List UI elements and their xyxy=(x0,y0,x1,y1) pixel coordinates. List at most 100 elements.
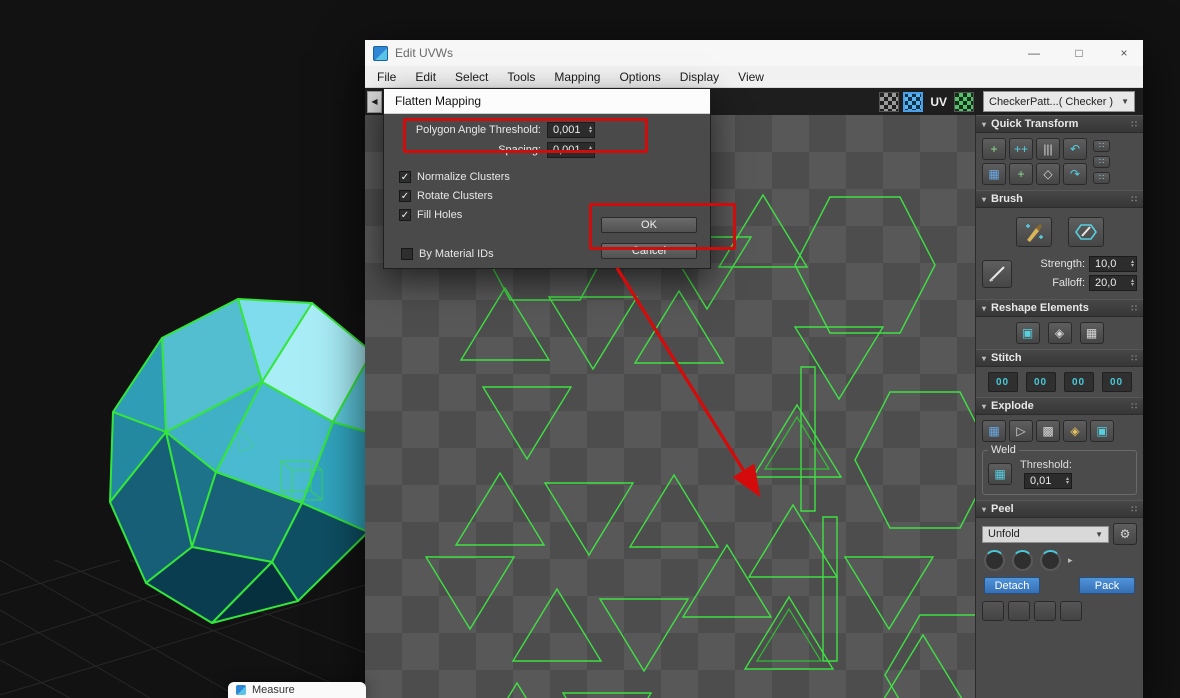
weld-threshold-value: 0,01 xyxy=(1029,475,1052,487)
flatten-by-face-icon[interactable]: ▦ xyxy=(982,420,1006,442)
collapse-left-icon[interactable]: ◀ xyxy=(367,90,382,113)
stitch-target-icon[interactable]: 00 xyxy=(1101,372,1132,392)
checker-pattern-icon[interactable] xyxy=(879,91,900,112)
move-tool-icon[interactable]: + xyxy=(982,138,1006,160)
dialog-titlebar[interactable]: Flatten Mapping xyxy=(384,89,710,114)
stitch-average-icon[interactable]: 00 xyxy=(1063,372,1094,392)
weld-icon[interactable]: ▦ xyxy=(988,463,1012,485)
menu-mapping[interactable]: Mapping xyxy=(554,70,600,84)
strength-field[interactable]: 10,0 ▴ ▾ xyxy=(1089,256,1137,272)
align-vertical-icon[interactable]: ||| xyxy=(1036,138,1060,160)
menu-view[interactable]: View xyxy=(738,70,764,84)
rotate-ccw-icon[interactable]: ↶ xyxy=(1063,138,1087,160)
menu-tools[interactable]: Tools xyxy=(507,70,535,84)
menu-options[interactable]: Options xyxy=(619,70,660,84)
minimize-button[interactable]: — xyxy=(1015,40,1053,66)
collapse-arrow-icon: ▾ xyxy=(982,401,987,411)
toggle-option-icon[interactable]: ∷ xyxy=(1093,156,1110,168)
app-icon xyxy=(373,45,388,61)
relax-brush-icon[interactable] xyxy=(1067,217,1104,247)
pack-button[interactable]: Pack xyxy=(1079,577,1135,594)
section-quick-transform: ▾ Quick Transform ∷ + ++ ||| ↶ ▦ + ◇ ↷ ∷… xyxy=(976,115,1143,190)
snap-plus-icon[interactable]: ++ xyxy=(1009,138,1033,160)
toggle-option-icon[interactable]: ∷ xyxy=(1093,172,1110,184)
spacing-field[interactable]: 0,001 ▴ ▾ xyxy=(547,142,595,158)
grid-snap-icon[interactable]: ▦ xyxy=(982,163,1006,185)
spinner-arrows-icon[interactable]: ▴ ▾ xyxy=(1131,278,1134,288)
toggle-option-icon[interactable]: ∷ xyxy=(1093,140,1110,152)
straighten-icon[interactable]: ▣ xyxy=(1015,322,1040,344)
spacing-label: Spacing: xyxy=(498,144,541,156)
section-explode: ▾ Explode ∷ ▦ ▷ ▩ ◈ ▣ Weld ▦ Threshold: … xyxy=(976,397,1143,500)
checker-pattern-green-icon[interactable] xyxy=(954,91,974,112)
unfold-dropdown-value: Unfold xyxy=(988,528,1020,540)
normalize-clusters-checkbox[interactable]: ✓ xyxy=(399,171,411,183)
collapse-arrow-icon: ▾ xyxy=(982,303,987,313)
paint-brush-icon[interactable] xyxy=(1015,217,1052,247)
unfold-dropdown[interactable]: Unfold ▼ xyxy=(982,525,1109,543)
chevron-down-icon: ▼ xyxy=(1095,529,1103,539)
menu-select[interactable]: Select xyxy=(455,70,488,84)
by-material-ids-checkbox[interactable] xyxy=(401,248,413,260)
section-title: Peel xyxy=(991,503,1014,515)
detach-button[interactable]: Detach xyxy=(984,577,1040,594)
weld-threshold-field[interactable]: 0,01 ▴ ▾ xyxy=(1023,473,1072,489)
relax-until-icon[interactable]: ◈ xyxy=(1047,322,1072,344)
quick-peel-icon[interactable] xyxy=(984,550,1005,571)
close-button[interactable]: × xyxy=(1105,40,1143,66)
measure-window[interactable]: Measure xyxy=(228,682,366,698)
window-titlebar[interactable]: Edit UVWs — □ × xyxy=(365,40,1143,66)
peel-header[interactable]: ▾ Peel ∷ xyxy=(976,500,1143,518)
flatten-by-material-icon[interactable]: ◈ xyxy=(1063,420,1087,442)
spinner-arrows-icon[interactable]: ▴ ▾ xyxy=(589,145,592,155)
panel-icon[interactable] xyxy=(1008,601,1030,621)
section-title: Brush xyxy=(991,193,1023,205)
peel-reset-icon[interactable] xyxy=(1040,550,1061,571)
peel-expand-icon[interactable]: ▸ xyxy=(1068,555,1073,566)
falloff-field[interactable]: 20,0 ▴ ▾ xyxy=(1089,275,1137,291)
flatten-mapping-dialog: Flatten Mapping Polygon Angle Threshold:… xyxy=(383,88,711,269)
collapse-arrow-icon: ▾ xyxy=(982,504,987,514)
collapse-arrow-icon: ▾ xyxy=(982,119,987,129)
diamond-align-icon[interactable]: ◇ xyxy=(1036,163,1060,185)
panel-icon[interactable] xyxy=(982,601,1004,621)
spinner-arrows-icon[interactable]: ▴ ▾ xyxy=(1066,476,1069,486)
cancel-button[interactable]: Cancel xyxy=(601,243,697,259)
falloff-label: Falloff: xyxy=(1052,277,1085,289)
stitch-source-icon[interactable]: 00 xyxy=(1025,372,1056,392)
stitch-custom-icon[interactable]: 00 xyxy=(987,372,1018,392)
maximize-button[interactable]: □ xyxy=(1060,40,1098,66)
reshape-header[interactable]: ▾ Reshape Elements ∷ xyxy=(976,299,1143,317)
fill-holes-checkbox[interactable]: ✓ xyxy=(399,209,411,221)
dialog-body: Polygon Angle Threshold: 0,001 ▴ ▾ Spacin… xyxy=(384,114,710,269)
section-title: Reshape Elements xyxy=(991,302,1089,314)
rotate-cw-icon[interactable]: ↷ xyxy=(1063,163,1087,185)
rescale-icon[interactable]: ▦ xyxy=(1079,322,1104,344)
texture-dropdown[interactable]: CheckerPatt...( Checker ) ▼ xyxy=(983,91,1135,112)
flatten-by-smooth-icon[interactable]: ▩ xyxy=(1036,420,1060,442)
quick-transform-header[interactable]: ▾ Quick Transform ∷ xyxy=(976,115,1143,133)
brush-header[interactable]: ▾ Brush ∷ xyxy=(976,190,1143,208)
peel-settings-gear-icon[interactable]: ⚙ xyxy=(1113,523,1137,545)
panel-icon[interactable] xyxy=(1060,601,1082,621)
spinner-arrows-icon[interactable]: ▴ ▾ xyxy=(589,125,592,135)
section-reshape-elements: ▾ Reshape Elements ∷ ▣ ◈ ▦ xyxy=(976,299,1143,349)
spinner-arrows-icon[interactable]: ▴ ▾ xyxy=(1131,259,1134,269)
ok-button[interactable]: OK xyxy=(601,217,697,233)
add-point-icon[interactable]: + xyxy=(1009,163,1033,185)
menu-file[interactable]: File xyxy=(377,70,396,84)
flatten-by-angle-icon[interactable]: ▷ xyxy=(1009,420,1033,442)
line-brush-icon[interactable] xyxy=(982,259,1012,288)
spacing-value: 0,001 xyxy=(553,144,581,156)
menu-display[interactable]: Display xyxy=(680,70,719,84)
rotate-clusters-checkbox[interactable]: ✓ xyxy=(399,190,411,202)
stitch-header[interactable]: ▾ Stitch ∷ xyxy=(976,349,1143,367)
checker-pattern-selected-icon[interactable] xyxy=(903,91,924,112)
polygon-angle-threshold-field[interactable]: 0,001 ▴ ▾ xyxy=(547,122,595,138)
peel-mode-icon[interactable] xyxy=(1012,550,1033,571)
flatten-custom-icon[interactable]: ▣ xyxy=(1090,420,1114,442)
menu-edit[interactable]: Edit xyxy=(415,70,436,84)
panel-icon[interactable] xyxy=(1034,601,1056,621)
explode-header[interactable]: ▾ Explode ∷ xyxy=(976,397,1143,415)
weld-label: Weld xyxy=(991,444,1016,456)
